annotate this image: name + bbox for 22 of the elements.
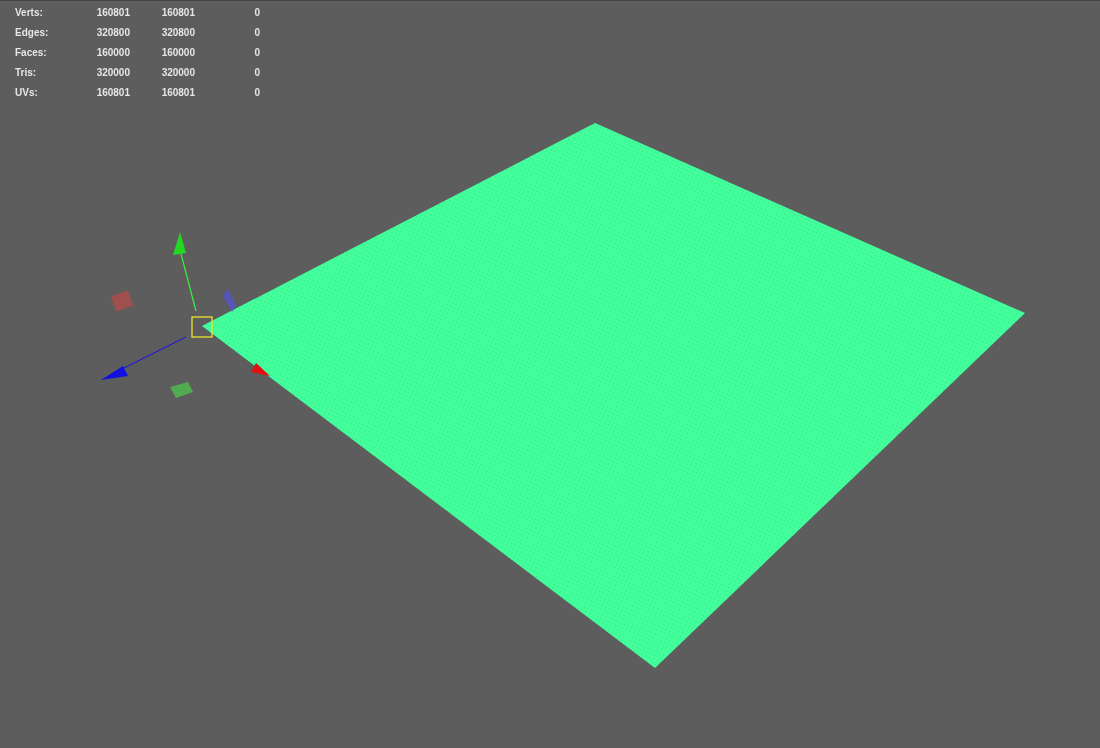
stat-label: UVs:	[15, 86, 38, 98]
stat-label: Faces:	[15, 46, 47, 58]
stat-value: 0	[254, 86, 260, 98]
stat-value: 160801	[161, 86, 195, 98]
stat-value: 0	[254, 26, 260, 38]
stat-value: 320000	[96, 66, 130, 78]
stat-value: 160801	[161, 6, 195, 18]
stat-value: 320800	[96, 26, 130, 38]
stat-value: 0	[254, 46, 260, 58]
stat-value: 0	[254, 66, 260, 78]
stat-value: 160801	[96, 86, 130, 98]
stat-label: Tris:	[15, 66, 37, 78]
stat-value: 0	[254, 6, 260, 18]
stat-value: 160000	[161, 46, 195, 58]
move-manipulator-drawing[interactable]	[101, 232, 270, 398]
plane-mesh[interactable]	[202, 123, 1025, 668]
stat-label: Verts:	[15, 6, 43, 18]
stat-label: Edges:	[15, 26, 49, 38]
stat-value: 160000	[96, 46, 130, 58]
stat-value: 160801	[96, 6, 130, 18]
stat-value: 320800	[161, 26, 195, 38]
stat-value: 320000	[161, 66, 195, 78]
